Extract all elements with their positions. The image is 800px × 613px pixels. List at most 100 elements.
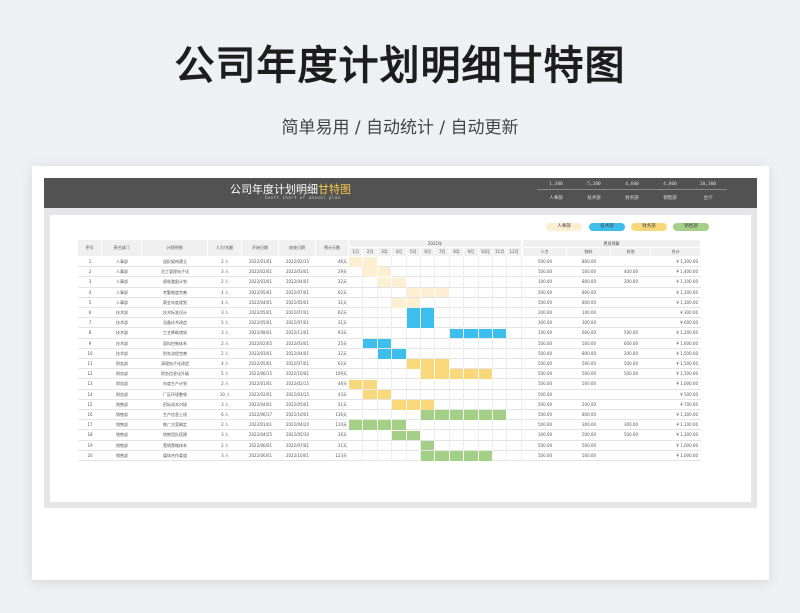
month-cell [363,297,378,308]
cell-people: 2 人 [221,340,229,346]
month-cell [450,379,465,390]
gantt-bar-segment [377,267,393,277]
cell-start: 2022/03/01 [248,279,273,285]
cell-dept: 技术部 [116,320,128,326]
table-row: 5 人事部 薪金年度规划 4 人 2022/04/01 2022/05/01 31天 500.… [78,297,701,308]
cell-total: ¥ 1,000.00 [676,452,698,458]
month-cell [464,379,479,390]
gantt-bar-segment [421,318,436,328]
cell-labor: 500.00 [538,391,552,397]
month-cell [392,328,407,339]
month-cell [421,420,436,431]
cell-other [611,257,651,267]
month-cell [349,440,364,451]
cell-plan: 销售团队搭建 [163,432,187,438]
table-row: 7 技术部 设备技术改造 5 人 2022/05/01 2022/07/01 31天 300.… [78,318,701,329]
gantt-bar-segment [377,420,393,430]
month-header: 6月 [421,248,436,257]
month-cell [392,359,407,369]
month-cell [479,257,493,267]
month-cell [349,399,364,410]
gantt-bar-segment [349,257,364,267]
cell-total: ¥ 1,500.00 [676,371,698,377]
cell-total: ¥ 1,500.00 [676,361,698,366]
gantt-bar-segment [363,338,378,349]
cell-people: 3 人 [221,401,229,407]
cell-days: 62天 [337,310,347,315]
month-cell [363,410,378,420]
month-cell [464,338,479,349]
cell-labor: 500.00 [538,361,552,366]
cell-labor: 500.00 [538,422,552,428]
cell-start: 2022/05/01 [248,310,273,315]
table-row: 13 财务部 年度生产计划 2 人 2022/01/01 2022/02/15 46天 500… [78,379,701,390]
gantt-bar-segment [377,338,393,349]
month-cell [392,389,407,400]
cell-dept: 销售部 [116,442,128,448]
cell-material: 500.00 [582,269,596,275]
cell-start: 2022/06/01 [248,452,273,458]
month-header: 9月 [464,248,479,257]
month-cell [435,379,450,390]
month-cell [392,267,407,278]
cell-seq: 18 [87,432,93,438]
gantt-bar-segment [435,287,450,298]
gantt-bar-segment [406,287,421,298]
gantt-bar-segment [449,410,465,420]
cell-other: 400.00 [624,269,638,275]
cell-material: 500.00 [582,432,596,438]
month-cell [450,399,465,410]
month-cell [479,359,493,369]
cell-plan: 年度生产计划 [163,381,187,387]
gantt-bar-segment [449,328,465,339]
cell-total: ¥ 1,100.00 [676,279,698,285]
cell-other: 300.00 [624,422,638,428]
cell-dept: 财务部 [116,371,128,377]
cell-days: 123天 [335,452,347,458]
month-cell [407,410,421,420]
cell-dept: 财务部 [116,361,128,366]
month-cell [435,389,450,400]
col-header-year: 2022年 [349,240,522,248]
cell-dept: 销售部 [116,412,128,417]
col-header-labor: 人力 [523,248,567,257]
summary-label: 技术部 [587,196,601,201]
month-cell [435,420,450,431]
month-cell [507,430,522,441]
cell-people: 4 人 [221,289,229,295]
table-row: 19 销售部 营销策略体系 2 人 2022/06/01 2022/07/01 31天 500… [78,440,701,451]
gantt-bar-segment [406,298,421,308]
table-row: 3 人事部 绩效激励计划 2 人 2022/03/01 2022/04/01 32天 100.… [78,277,701,288]
month-header: 11月 [493,248,508,257]
spreadsheet-preview-card: 公司年度计划明细甘特图 Gantt chart of annual plan 1… [32,166,769,580]
month-cell [349,359,364,369]
cell-end: 2022/10/01 [285,412,310,417]
table-row: 9 技术部 容料控制体系 2 人 2022/02/05 2022/03/01 25天 500.… [78,338,701,349]
table-row: 17 销售部 推广方案确定 2 人 2022/01/01 2022/04/20 110天 50… [78,420,701,431]
month-cell [493,267,508,278]
cell-seq: 16 [87,412,93,417]
cell-start: 2022/01/01 [248,422,273,428]
gantt-bar-segment [478,328,493,339]
month-cell [363,328,378,339]
gantt-bar-segment [464,369,479,379]
month-cell [507,338,522,349]
month-cell [421,297,436,308]
month-cell [493,430,508,441]
cell-days: 110天 [335,422,347,428]
month-header: 10月 [478,248,493,257]
month-cell [378,369,393,380]
cell-seq: 1 [88,259,92,264]
month-cell [392,450,407,461]
month-cell [450,318,465,329]
month-cell [507,420,522,431]
month-cell [493,287,508,298]
month-cell [507,267,522,278]
month-cell [421,267,436,278]
gantt-bar-segment [406,400,421,410]
cell-plan: 财务流程完善 [163,350,187,356]
cell-labor: 100.00 [538,330,552,336]
month-cell [392,410,407,420]
month-cell [363,318,378,329]
cell-days: 32天 [337,350,347,356]
